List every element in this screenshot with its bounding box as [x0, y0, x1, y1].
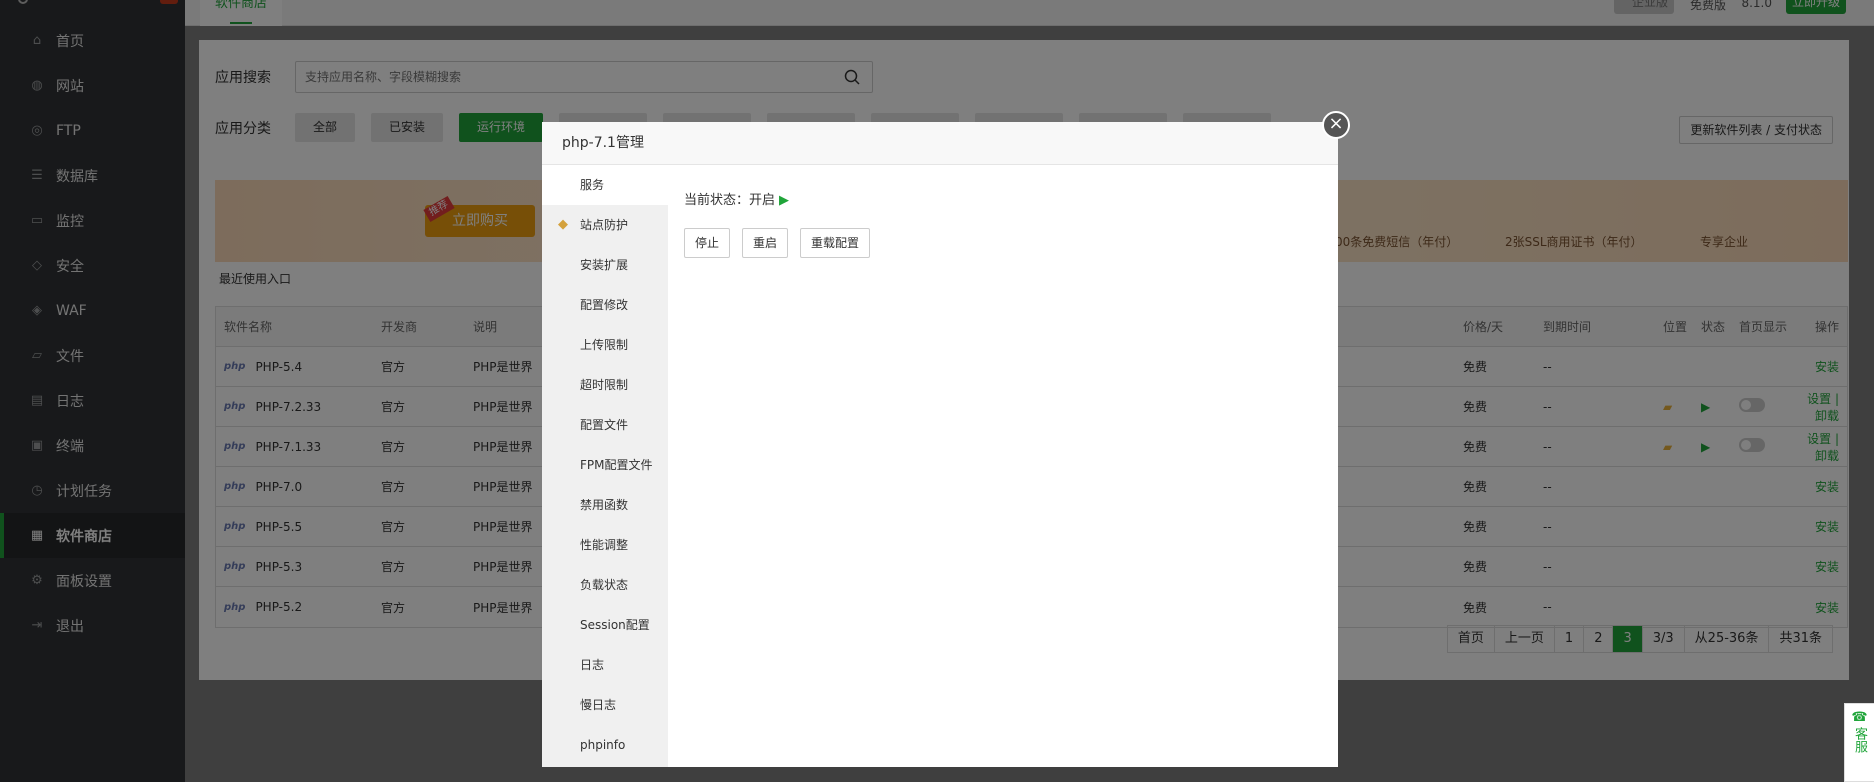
- status-label: 当前状态：: [684, 193, 750, 208]
- dialog-menu-item[interactable]: phpinfo: [542, 725, 668, 765]
- dialog-menu-item[interactable]: 性能调整: [542, 525, 668, 565]
- dialog-menu-label: 性能调整: [580, 538, 629, 552]
- close-icon[interactable]: ×: [1322, 111, 1350, 139]
- dialog-menu-item[interactable]: 禁用函数: [542, 485, 668, 525]
- customer-service-label: 客服: [1852, 727, 1867, 753]
- dialog-menu-label: FPM配置文件: [580, 458, 653, 472]
- dialog-menu-label: 服务: [580, 178, 605, 192]
- dialog-body: 当前状态：开启 ▶ 停止 重启 重载配置: [668, 165, 1338, 767]
- dialog-menu-item[interactable]: 服务: [542, 165, 668, 205]
- dialog-menu-label: 日志: [580, 658, 605, 672]
- dialog-menu-item[interactable]: 配置文件: [542, 405, 668, 445]
- dialog-menu-item[interactable]: 负载状态: [542, 565, 668, 605]
- dialog-menu-label: 负载状态: [580, 578, 629, 592]
- dialog-menu-label: 站点防护: [580, 218, 629, 232]
- dialog-title: php-7.1管理: [542, 122, 1338, 165]
- dialog-menu: 服务 ◆ 站点防护安装扩展配置修改上传限制超时限制配置文件 FPM配置文件 禁用函数性能…: [542, 165, 668, 767]
- dialog-menu-item[interactable]: FPM配置文件: [542, 445, 668, 485]
- dialog-menu-item[interactable]: 超时限制: [542, 365, 668, 405]
- dialog-menu-item[interactable]: 安装扩展: [542, 245, 668, 285]
- dialog-menu-label: 慢日志: [580, 698, 617, 712]
- diamond-icon: ◆: [558, 217, 568, 232]
- service-status: 当前状态：开启 ▶: [684, 189, 1322, 208]
- dialog-menu-label: 配置修改: [580, 298, 629, 312]
- dialog-menu-item[interactable]: 上传限制: [542, 325, 668, 365]
- dialog-menu-item[interactable]: 配置修改: [542, 285, 668, 325]
- dialog-menu-label: phpinfo: [580, 738, 626, 752]
- dialog-menu-item[interactable]: Session配置: [542, 605, 668, 645]
- php-manage-dialog: php-7.1管理 服务 ◆ 站点防护安装扩展配置修改上传限制超时限制配置文件 FPM…: [542, 122, 1338, 767]
- service-buttons: 停止 重启 重载配置: [684, 228, 1322, 258]
- dialog-menu-item[interactable]: 慢日志: [542, 685, 668, 725]
- reload-config-button[interactable]: 重载配置: [800, 228, 871, 258]
- dialog-menu-label: 配置文件: [580, 418, 629, 432]
- dialog-menu-item[interactable]: 日志: [542, 645, 668, 685]
- headset-icon: ☎: [1851, 710, 1868, 725]
- stop-button[interactable]: 停止: [684, 228, 731, 258]
- play-icon: ▶: [779, 193, 790, 208]
- dialog-menu-label: Session配置: [580, 618, 650, 632]
- customer-service-widget[interactable]: ☎ 客服: [1844, 703, 1874, 782]
- dialog-menu-label: 禁用函数: [580, 498, 629, 512]
- dialog-menu-label: 上传限制: [580, 338, 629, 352]
- status-value: 开启: [749, 193, 776, 208]
- restart-button[interactable]: 重启: [742, 228, 789, 258]
- dialog-menu-label: 超时限制: [580, 378, 629, 392]
- dialog-menu-item[interactable]: ◆ 站点防护: [542, 205, 668, 245]
- dialog-menu-label: 安装扩展: [580, 258, 629, 272]
